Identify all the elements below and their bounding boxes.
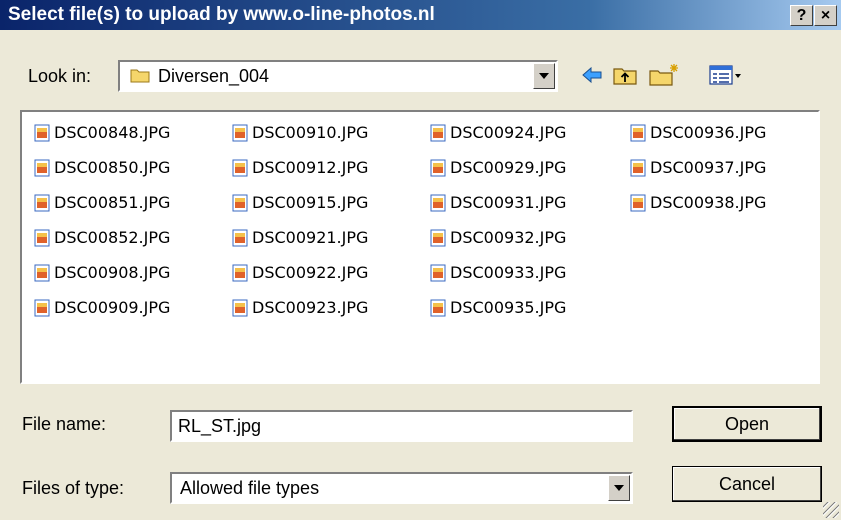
file-type-value: Allowed file types: [180, 478, 320, 498]
file-type-label: Files of type:: [22, 478, 125, 498]
help-button[interactable]: ?: [790, 5, 813, 26]
resize-grip[interactable]: [823, 502, 839, 518]
jpg-file-icon: [430, 124, 446, 142]
open-button[interactable]: Open: [672, 406, 822, 442]
jpg-file-icon: [430, 229, 446, 247]
file-type-combo[interactable]: Allowed file types: [170, 472, 633, 504]
jpg-file-icon: [430, 159, 446, 177]
folder-icon: [130, 69, 150, 83]
jpg-file-icon: [34, 229, 50, 247]
jpg-file-icon: [232, 124, 248, 142]
look-in-dropdown-button[interactable]: [533, 63, 555, 89]
jpg-file-icon: [430, 299, 446, 317]
up-folder-icon[interactable]: [612, 62, 638, 88]
jpg-file-icon: [232, 264, 248, 282]
cancel-button[interactable]: Cancel: [672, 466, 822, 502]
file-type-dropdown-button[interactable]: [608, 475, 630, 501]
jpg-file-icon: [630, 159, 646, 177]
view-menu-icon[interactable]: [708, 62, 744, 88]
jpg-file-icon: [34, 159, 50, 177]
jpg-file-icon: [430, 194, 446, 212]
jpg-file-icon: [232, 194, 248, 212]
look-in-value: Diversen_004: [158, 66, 270, 86]
file-name-label: File name:: [22, 414, 107, 434]
jpg-file-icon: [232, 229, 248, 247]
file-list[interactable]: DSC00848.JPG DSC00850.JPG DSC00851.JPG D…: [20, 110, 820, 384]
window-title: Select file(s) to upload by www.o-line-p…: [8, 4, 435, 25]
title-bar: Select file(s) to upload by www.o-line-p…: [0, 0, 841, 30]
jpg-file-icon: [630, 124, 646, 142]
look-in-combo[interactable]: Diversen_004: [118, 60, 558, 92]
close-button[interactable]: ×: [814, 5, 837, 26]
back-arrow-icon[interactable]: [580, 62, 604, 88]
jpg-file-icon: [232, 299, 248, 317]
jpg-file-icon: [34, 299, 50, 317]
jpg-file-icon: [430, 264, 446, 282]
jpg-file-icon: [34, 124, 50, 142]
file-name-field[interactable]: [170, 410, 633, 442]
file-name-input[interactable]: [178, 416, 618, 437]
jpg-file-icon: [630, 194, 646, 212]
jpg-file-icon: [34, 194, 50, 212]
jpg-file-icon: [232, 159, 248, 177]
new-folder-icon[interactable]: [648, 62, 680, 88]
jpg-file-icon: [34, 264, 50, 282]
look-in-label: Look in:: [28, 66, 92, 86]
